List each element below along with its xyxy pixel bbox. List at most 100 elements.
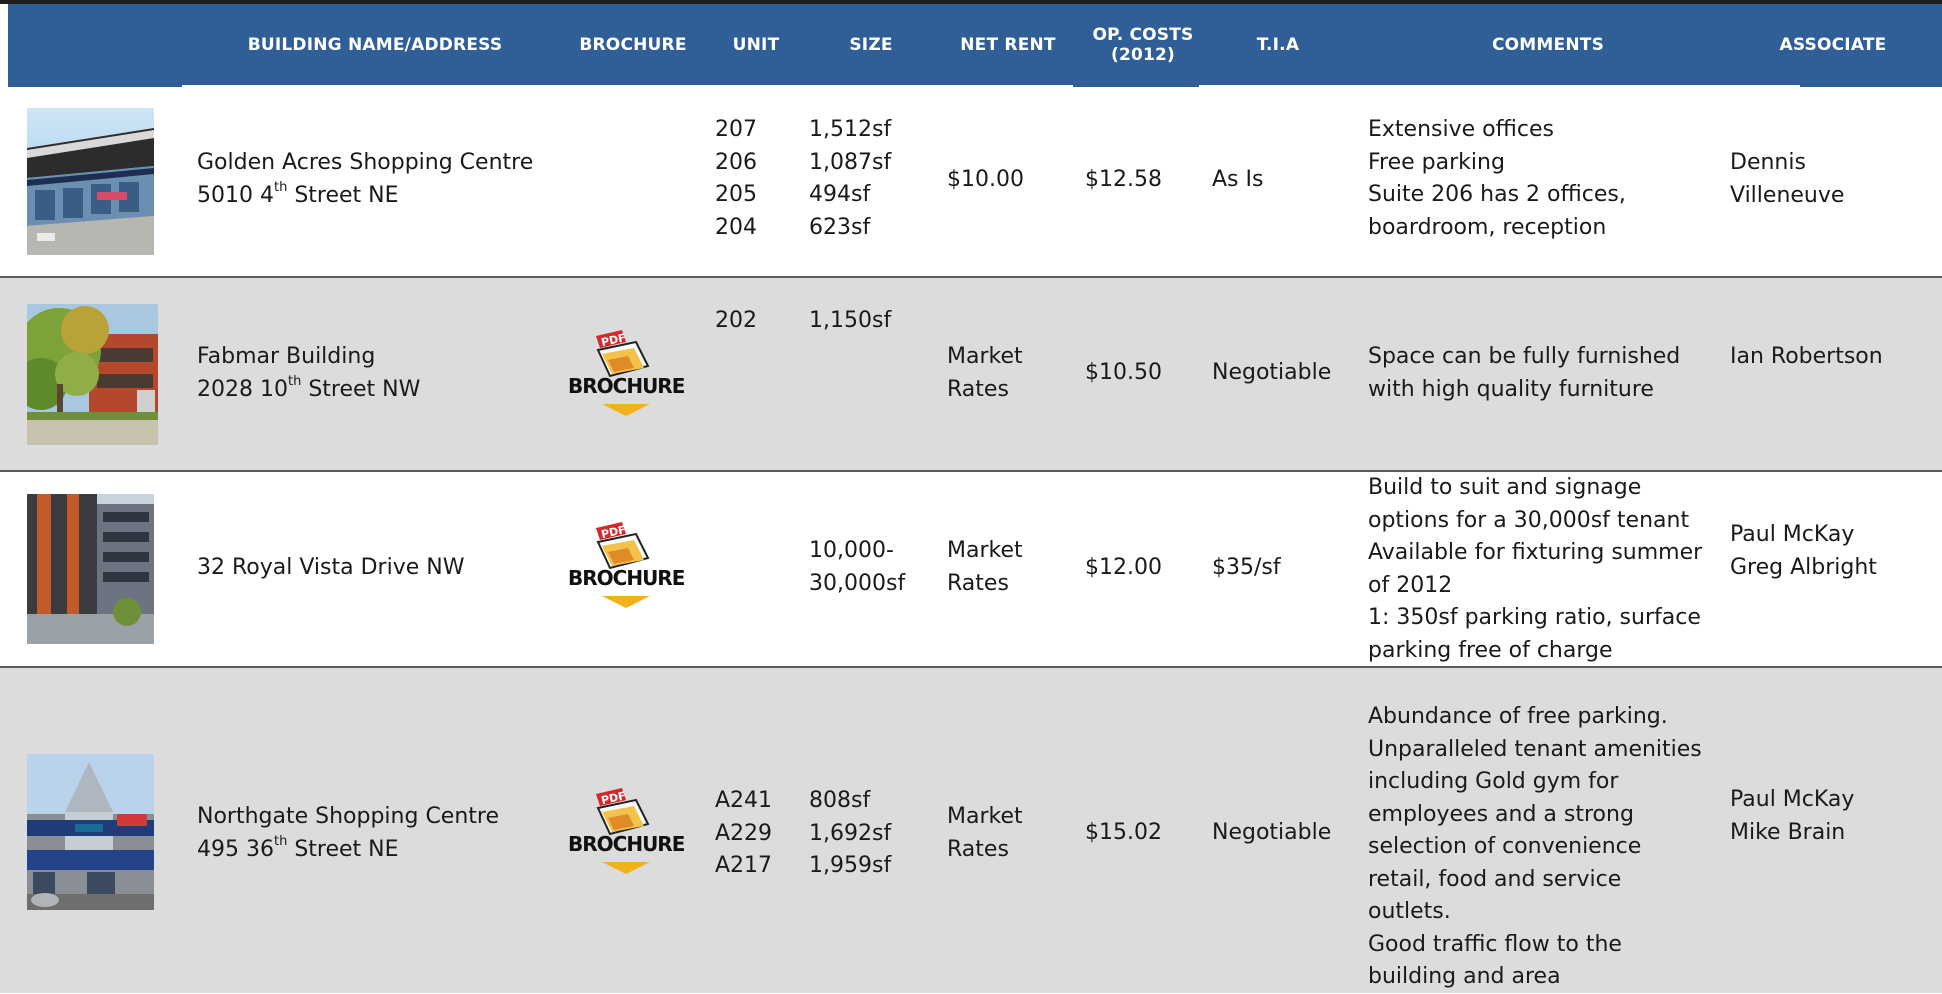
unit-number: A217 (715, 853, 773, 878)
brochure-download-button[interactable]: PDF BROCHURE (568, 330, 685, 418)
size-list: 1,512sf 1,087sf 494sf 623sf (809, 114, 891, 244)
comment-line: Space can be fully furnished (1368, 344, 1681, 369)
associate: Paul McKay Greg Albright (1730, 519, 1877, 584)
net-rent-line: Rates (947, 376, 1009, 402)
building-name: Golden Acres Shopping Centre (197, 150, 534, 175)
op-costs: $15.02 (1085, 820, 1162, 845)
op-costs: $12.58 (1085, 167, 1162, 192)
comment-line: Build to suit and signage (1368, 475, 1642, 500)
associate: Paul McKay Mike Brain (1730, 784, 1854, 849)
comment-line: employees and a strong (1368, 801, 1634, 827)
net-rent-line: Market (947, 344, 1023, 369)
building-name-address: Fabmar Building 2028 10th Street NW (197, 341, 420, 406)
table-row: Fabmar Building 2028 10th Street NW PDF … (0, 278, 1942, 470)
comment-line: boardroom, reception (1368, 214, 1607, 240)
unit-list: 202 (715, 275, 757, 338)
net-rent-line: Market (947, 804, 1023, 829)
comment-line: Good traffic flow to the (1368, 931, 1622, 957)
comment-line: 1: 350sf parking ratio, surface (1368, 605, 1701, 630)
net-rent: Market Rates (947, 341, 1023, 406)
tia: Negotiable (1212, 820, 1332, 845)
net-rent: Market Rates (947, 535, 1023, 600)
col-header-brochure: BROCHURE (579, 34, 687, 55)
col-header-size: SIZE (849, 34, 893, 55)
comments: Space can be fully furnished with high q… (1368, 341, 1680, 406)
building-photo (27, 754, 154, 910)
op-costs-year: (2012) (1110, 44, 1176, 65)
unit-size: 808sf (809, 788, 871, 813)
net-rent-line: Rates (947, 570, 1009, 596)
associate: Dennis Villeneuve (1730, 147, 1844, 212)
unit-size: 1,692sf (809, 820, 892, 846)
brochure-label: BROCHURE (568, 566, 685, 590)
col-header-associate: ASSOCIATE (1779, 34, 1887, 55)
col-header-tia: T.I.A (1256, 34, 1300, 55)
building-name-address: Northgate Shopping Centre 495 36th Stree… (197, 801, 499, 866)
op-costs-label: OP. COSTS (1092, 24, 1194, 45)
comment-line: options for a 30,000sf tenant (1368, 507, 1690, 533)
building-address: 5010 4th Street NE (197, 180, 399, 208)
op-costs: $12.00 (1085, 555, 1162, 580)
building-name: 32 Royal Vista Drive NW (197, 555, 465, 580)
comments: Build to suit and signage options for a … (1368, 472, 1702, 667)
associate-name: Villeneuve (1730, 182, 1845, 208)
comments: Abundance of free parking. Unparalleled … (1368, 701, 1702, 994)
unit-size: 1,087sf (809, 149, 892, 175)
unit-number: 206 (715, 149, 757, 175)
comment-line: Abundance of free parking. (1368, 704, 1668, 729)
col-header-comments: COMMENTS (1491, 34, 1605, 55)
table-row: Golden Acres Shopping Centre 5010 4th St… (0, 86, 1942, 276)
comment-line: Unparalleled tenant amenities (1368, 736, 1702, 762)
comment-line: parking free of charge (1368, 637, 1613, 663)
unit-size: 1,959sf (809, 853, 892, 878)
unit-number: 207 (715, 117, 757, 142)
net-rent-line: Rates (947, 836, 1009, 862)
associate-name: Dennis (1730, 150, 1806, 175)
associate-name: Paul McKay (1730, 787, 1855, 812)
comment-line: selection of convenience (1368, 834, 1642, 859)
comment-line: Extensive offices (1368, 117, 1554, 142)
unit-size: 30,000sf (809, 570, 906, 596)
table-row: 32 Royal Vista Drive NW PDF BROCHURE 10,… (0, 472, 1942, 666)
col-header-net-rent: NET RENT (960, 34, 1056, 55)
associate-name: Ian Robertson (1730, 344, 1883, 369)
col-header-unit: UNIT (732, 34, 780, 55)
comment-line: building and area (1368, 964, 1561, 989)
unit-size: 1,512sf (809, 117, 892, 142)
comments: Extensive offices Free parking Suite 206… (1368, 114, 1626, 244)
brochure-label: BROCHURE (568, 832, 685, 856)
brochure-download-button[interactable]: PDF BROCHURE (568, 788, 685, 876)
op-costs: $10.50 (1085, 360, 1162, 385)
comment-line: Available for fixturing summer (1368, 540, 1703, 565)
unit-size: 494sf (809, 182, 871, 207)
size-list: 1,150sf (809, 275, 891, 338)
unit-number: A229 (715, 820, 773, 846)
col-header-op-costs: OP. COSTS (2012) (1078, 4, 1208, 85)
building-address: 2028 10th Street NW (197, 374, 421, 402)
comment-line: Suite 206 has 2 offices, (1368, 182, 1626, 207)
unit-size: 1,150sf (809, 308, 892, 333)
associate-name: Mike Brain (1730, 819, 1846, 845)
comment-line: with high quality furniture (1368, 376, 1654, 402)
col-header-building: BUILDING NAME/ADDRESS (247, 34, 503, 55)
building-photo (27, 494, 154, 644)
building-name: Fabmar Building (197, 344, 376, 369)
net-rent: Market Rates (947, 801, 1023, 866)
building-name-address: Golden Acres Shopping Centre 5010 4th St… (197, 147, 533, 212)
unit-number: 204 (715, 214, 757, 240)
table-header: BUILDING NAME/ADDRESS BROCHURE UNIT SIZE… (8, 4, 1942, 85)
associate: Ian Robertson (1730, 341, 1883, 374)
tia: As Is (1212, 167, 1264, 192)
comment-line: Free parking (1368, 149, 1505, 175)
comment-line: including Gold gym for (1368, 769, 1619, 794)
size-list: 10,000- 30,000sf (809, 535, 905, 600)
building-photo (27, 108, 154, 255)
net-rent: $10.00 (947, 167, 1024, 192)
building-photo (27, 304, 158, 445)
net-rent-line: Market (947, 538, 1023, 563)
unit-list: 207 206 205 204 (715, 114, 757, 244)
size-list: 808sf 1,692sf 1,959sf (809, 785, 891, 883)
comment-line: outlets. (1368, 899, 1451, 924)
comment-line: retail, food and service (1368, 866, 1622, 892)
brochure-download-button[interactable]: PDF BROCHURE (568, 522, 685, 610)
